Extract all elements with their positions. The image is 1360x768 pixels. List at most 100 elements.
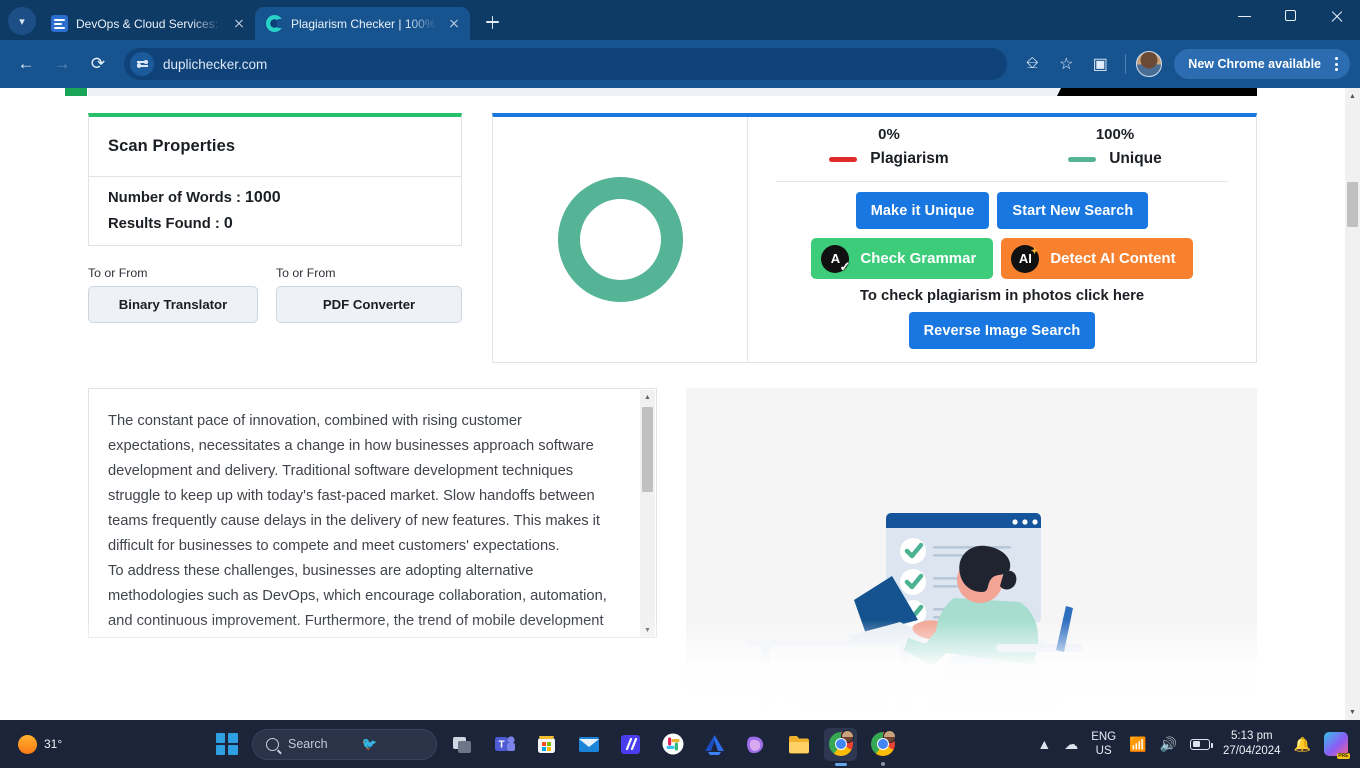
word-count-value: 1000 bbox=[245, 189, 281, 206]
star-icon[interactable]: ☆ bbox=[1051, 49, 1081, 79]
pdf-converter-caption: To or From bbox=[276, 266, 336, 280]
page-scrollbar-thumb[interactable] bbox=[1347, 182, 1358, 227]
volume-icon[interactable]: 🔊 bbox=[1160, 736, 1177, 753]
legend-divider bbox=[776, 181, 1228, 182]
temperature-label: 31° bbox=[44, 737, 63, 751]
three-dot-menu-icon[interactable] bbox=[1328, 57, 1344, 71]
photo-plagiarism-note: To check plagiarism in photos click here bbox=[859, 288, 1145, 304]
detect-ai-content-button[interactable]: AI Detect AI Content bbox=[1001, 238, 1193, 279]
unique-color-swatch bbox=[1068, 156, 1097, 162]
unique-label: Unique bbox=[1109, 150, 1162, 167]
file-explorer-icon[interactable] bbox=[782, 728, 815, 761]
toolbar-divider bbox=[1125, 54, 1127, 74]
scan-statistics: Number of Words : 1000 Results Found : 0 bbox=[88, 176, 462, 246]
microsoft-teams-icon[interactable]: T bbox=[488, 728, 521, 761]
close-icon[interactable] bbox=[231, 16, 247, 32]
close-icon[interactable] bbox=[446, 16, 462, 32]
tab-devops[interactable]: DevOps & Cloud Services: Stre bbox=[40, 7, 255, 40]
weather-widget[interactable]: 31° bbox=[0, 734, 210, 754]
region-code: US bbox=[1095, 745, 1112, 757]
results-found-value: 0 bbox=[223, 215, 233, 232]
windows-start-icon[interactable] bbox=[210, 728, 243, 761]
uniqueness-chart-pane bbox=[493, 117, 748, 362]
browser-window: ▾ DevOps & Cloud Services: Stre Plagiari… bbox=[0, 0, 1360, 768]
legend-unique: 100% Unique bbox=[1002, 126, 1228, 168]
cutoff-green-marker bbox=[65, 88, 87, 96]
grammar-check-icon: A bbox=[821, 244, 850, 275]
plagiarism-label: Plagiarism bbox=[870, 150, 949, 167]
tab-title: Plagiarism Checker | 100% Free bbox=[291, 16, 438, 31]
reverse-image-row: Reverse Image Search bbox=[776, 312, 1228, 349]
forward-arrow-icon[interactable]: → bbox=[46, 48, 78, 80]
check-grammar-label: Check Grammar bbox=[860, 250, 977, 267]
page-scroll-up-arrow-icon[interactable]: ▲ bbox=[1345, 88, 1360, 104]
task-view-icon[interactable] bbox=[446, 728, 479, 761]
new-tab-plus-icon[interactable] bbox=[478, 8, 506, 36]
svg-text:T: T bbox=[498, 740, 504, 751]
pdf-converter-button[interactable]: PDF Converter bbox=[276, 286, 462, 323]
results-found-label: Results Found : bbox=[108, 216, 220, 232]
extensions-puzzle-icon[interactable]: ▣ bbox=[1085, 49, 1115, 79]
page-scrollbar[interactable]: ▲ ▼ bbox=[1345, 88, 1360, 720]
maximize-icon[interactable] bbox=[1268, 0, 1314, 32]
show-hidden-icons-chevron[interactable]: ▲ bbox=[1037, 736, 1051, 752]
onedrive-cloud-icon[interactable]: ☁ bbox=[1064, 736, 1078, 753]
copilot-icon[interactable] bbox=[1324, 732, 1350, 759]
notification-bell-icon[interactable]: 🔔 bbox=[1294, 736, 1311, 753]
scroll-down-arrow-icon[interactable]: ▼ bbox=[640, 623, 655, 637]
start-new-search-button[interactable]: Start New Search bbox=[997, 192, 1149, 229]
check-grammar-button[interactable]: A Check Grammar bbox=[811, 238, 994, 279]
window-close-icon[interactable] bbox=[1314, 0, 1360, 32]
back-arrow-icon[interactable]: ← bbox=[10, 48, 42, 80]
illustration-panel bbox=[686, 388, 1257, 720]
install-app-icon[interactable]: ⎒ bbox=[1017, 49, 1047, 79]
make-it-unique-button[interactable]: Make it Unique bbox=[855, 192, 990, 229]
clock[interactable]: 5:13 pm 27/04/2024 bbox=[1223, 729, 1281, 759]
update-label: New Chrome available bbox=[1188, 57, 1321, 71]
scanned-text-body[interactable]: The constant pace of innovation, combine… bbox=[89, 389, 632, 637]
window-controls bbox=[1222, 0, 1360, 40]
clock-date: 27/04/2024 bbox=[1223, 745, 1281, 757]
taskbar-center-group: Search 🐦 T bbox=[210, 727, 899, 761]
search-placeholder: Search bbox=[288, 737, 328, 751]
profile-avatar-icon[interactable] bbox=[1136, 51, 1163, 77]
battery-icon[interactable] bbox=[1190, 738, 1213, 750]
chrome-icon[interactable] bbox=[824, 727, 857, 761]
reload-icon[interactable]: ⟳ bbox=[82, 48, 114, 80]
mail-icon[interactable] bbox=[572, 728, 605, 761]
duplichecker-icon bbox=[266, 15, 284, 32]
search-input[interactable]: Search 🐦 bbox=[252, 728, 437, 760]
plagiarism-percent: 0% bbox=[878, 126, 900, 143]
person-with-checklist-illustration bbox=[746, 513, 1086, 720]
site-settings-icon[interactable] bbox=[130, 52, 154, 76]
scan-result-card: 0% Plagiarism 100% Unique Make it Unique… bbox=[492, 113, 1257, 363]
address-bar[interactable]: duplichecker.com bbox=[124, 48, 1008, 80]
text-scrollbar[interactable]: ▲ ▼ bbox=[640, 390, 655, 637]
designer-icon[interactable] bbox=[740, 728, 773, 761]
uniqueness-donut-chart bbox=[557, 177, 683, 302]
word-count-row: Number of Words : 1000 bbox=[108, 189, 461, 207]
binary-translator-caption: To or From bbox=[88, 266, 148, 280]
binary-translator-button[interactable]: Binary Translator bbox=[88, 286, 258, 323]
page-scroll-down-arrow-icon[interactable]: ▼ bbox=[1345, 704, 1360, 720]
chrome-update-button[interactable]: New Chrome available bbox=[1174, 49, 1350, 79]
chrome-icon[interactable] bbox=[866, 728, 899, 761]
slack-icon[interactable] bbox=[656, 728, 689, 761]
microsoft-store-icon[interactable] bbox=[530, 728, 563, 761]
search-icon bbox=[266, 737, 279, 751]
reverse-image-search-button[interactable]: Reverse Image Search bbox=[908, 312, 1096, 349]
code-editor-icon[interactable] bbox=[614, 728, 647, 761]
language-indicator[interactable]: ENG US bbox=[1091, 730, 1116, 758]
tab-search-chevron-icon[interactable]: ▾ bbox=[8, 7, 36, 35]
tab-plagiarism-checker[interactable]: Plagiarism Checker | 100% Free bbox=[255, 7, 470, 40]
text-scrollbar-thumb[interactable] bbox=[642, 407, 653, 492]
wifi-icon[interactable]: 📶 bbox=[1129, 736, 1146, 753]
scroll-up-arrow-icon[interactable]: ▲ bbox=[640, 390, 655, 405]
tab-title: DevOps & Cloud Services: Stre bbox=[76, 16, 223, 31]
plagiarism-color-swatch bbox=[829, 156, 858, 162]
tab-strip: ▾ DevOps & Cloud Services: Stre Plagiari… bbox=[0, 0, 1360, 40]
legend-plagiarism: 0% Plagiarism bbox=[776, 126, 1002, 168]
google-drive-icon[interactable] bbox=[698, 728, 731, 761]
page-content: Scan Properties Number of Words : 1000 R… bbox=[0, 88, 1345, 720]
minimize-icon[interactable] bbox=[1222, 0, 1268, 32]
